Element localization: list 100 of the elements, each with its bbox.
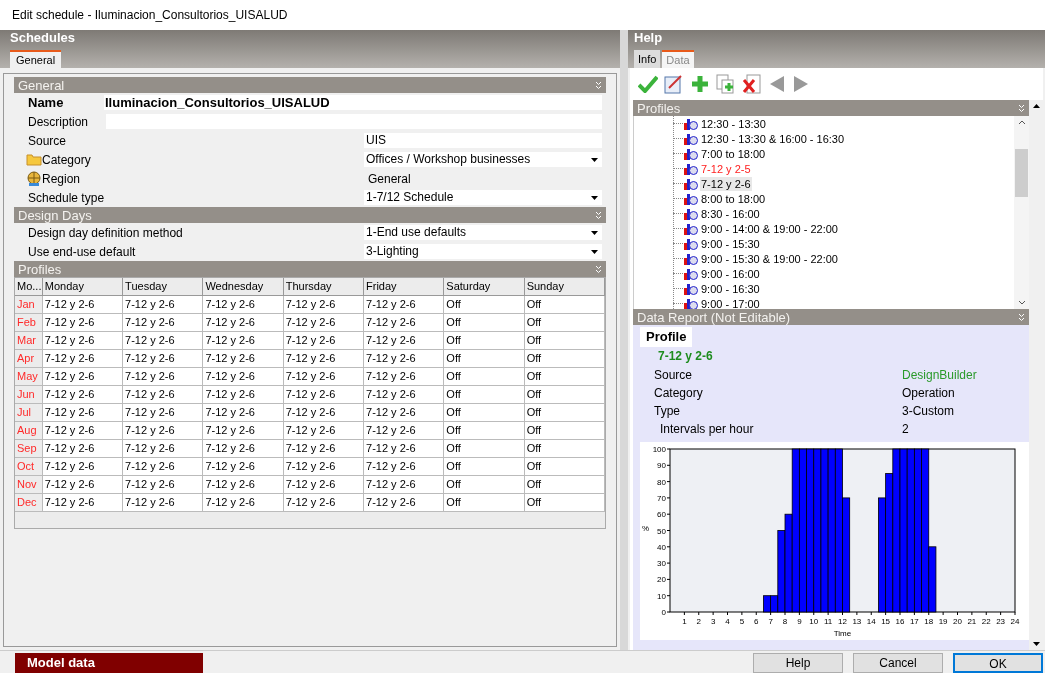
dropdown[interactable]: 1-7/12 Schedule [364, 190, 602, 205]
table-cell[interactable]: 7-12 y 2-6 [42, 458, 124, 476]
table-cell[interactable]: Off [524, 404, 605, 422]
table-cell[interactable]: 7-12 y 2-6 [123, 368, 204, 386]
delete-icon[interactable] [742, 74, 762, 94]
report-tab[interactable]: Profile [640, 327, 693, 347]
table-cell[interactable]: 7-12 y 2-6 [203, 404, 284, 422]
collapse-icon[interactable] [595, 264, 602, 274]
table-cell[interactable]: 7-12 y 2-6 [283, 314, 365, 332]
tree-item[interactable]: 9:00 - 15:30 [700, 236, 761, 251]
table-cell[interactable]: 7-12 y 2-6 [123, 458, 204, 476]
table-cell[interactable]: 7-12 y 2-6 [283, 386, 365, 404]
table-cell[interactable]: 7-12 y 2-6 [283, 332, 365, 350]
table-cell[interactable]: Off [444, 314, 525, 332]
table-cell[interactable]: 7-12 y 2-6 [42, 494, 124, 512]
table-cell[interactable]: 7-12 y 2-6 [364, 368, 445, 386]
table-cell[interactable]: 7-12 y 2-6 [283, 494, 365, 512]
collapse-icon[interactable] [1018, 312, 1025, 322]
scroll-down-icon[interactable] [1017, 300, 1026, 305]
table-cell[interactable]: 7-12 y 2-6 [364, 332, 445, 350]
dialog-button[interactable]: OK [953, 653, 1043, 673]
table-cell[interactable]: 7-12 y 2-6 [364, 314, 445, 332]
table-cell[interactable]: 7-12 y 2-6 [203, 296, 284, 314]
plus-icon[interactable] [690, 74, 710, 94]
table-cell[interactable]: 7-12 y 2-6 [283, 404, 365, 422]
table-cell[interactable]: Off [444, 404, 525, 422]
tree-item[interactable]: 9:00 - 14:00 & 19:00 - 22:00 [700, 221, 839, 236]
table-cell[interactable]: 7-12 y 2-6 [123, 332, 204, 350]
collapse-icon[interactable] [1018, 103, 1025, 113]
table-cell[interactable]: 7-12 y 2-6 [42, 422, 124, 440]
dropdown[interactable]: 1-End use defaults [364, 225, 602, 240]
table-cell[interactable]: 7-12 y 2-6 [123, 476, 204, 494]
table-cell[interactable]: 7-12 y 2-6 [283, 368, 365, 386]
dialog-button[interactable]: Cancel [853, 653, 943, 673]
table-cell[interactable]: 7-12 y 2-6 [364, 422, 445, 440]
table-cell[interactable]: 7-12 y 2-6 [42, 314, 124, 332]
table-cell[interactable]: Off [444, 440, 525, 458]
dropdown[interactable]: 3-Lighting [364, 244, 602, 259]
table-cell[interactable]: 7-12 y 2-6 [123, 296, 204, 314]
table-cell[interactable]: 7-12 y 2-6 [42, 386, 124, 404]
table-cell[interactable]: 7-12 y 2-6 [364, 404, 445, 422]
table-cell[interactable]: 7-12 y 2-6 [283, 458, 365, 476]
table-cell[interactable]: Off [524, 314, 605, 332]
tree-item[interactable]: 8:00 to 18:00 [700, 191, 767, 206]
column-header[interactable]: Mo... [15, 278, 43, 296]
table-cell[interactable]: 7-12 y 2-6 [203, 494, 284, 512]
tree-item[interactable]: 9:00 - 15:30 & 19:00 - 22:00 [700, 251, 839, 266]
table-cell[interactable]: 7-12 y 2-6 [42, 296, 124, 314]
table-cell[interactable]: 7-12 y 2-6 [203, 422, 284, 440]
table-cell[interactable]: 7-12 y 2-6 [123, 494, 204, 512]
table-cell[interactable]: Off [524, 494, 605, 512]
copy-icon[interactable] [716, 74, 736, 94]
scroll-thumb[interactable] [1015, 149, 1028, 197]
table-cell[interactable]: Off [524, 332, 605, 350]
table-cell[interactable]: 7-12 y 2-6 [203, 314, 284, 332]
tree-item[interactable]: 7-12 y 2-6 [700, 176, 752, 191]
table-cell[interactable]: Off [444, 350, 525, 368]
table-cell[interactable]: Off [444, 332, 525, 350]
table-cell[interactable]: 7-12 y 2-6 [283, 476, 365, 494]
table-cell[interactable]: 7-12 y 2-6 [203, 440, 284, 458]
table-cell[interactable]: Off [444, 386, 525, 404]
table-cell[interactable]: 7-12 y 2-6 [364, 296, 445, 314]
name-field[interactable]: Iluminacion_Consultorios_UISALUD [104, 95, 602, 110]
table-cell[interactable]: 7-12 y 2-6 [283, 350, 365, 368]
tab[interactable]: Info [634, 50, 661, 68]
table-cell[interactable]: 7-12 y 2-6 [123, 440, 204, 458]
tree-item[interactable]: 7-12 y 2-5 [700, 161, 752, 176]
table-cell[interactable]: Off [524, 440, 605, 458]
table-cell[interactable]: 7-12 y 2-6 [203, 386, 284, 404]
table-cell[interactable]: 7-12 y 2-6 [364, 476, 445, 494]
collapse-icon[interactable] [595, 80, 602, 90]
table-cell[interactable]: 7-12 y 2-6 [283, 296, 365, 314]
table-cell[interactable]: Off [524, 350, 605, 368]
scroll-down-icon[interactable] [1032, 642, 1040, 646]
table-cell[interactable]: 7-12 y 2-6 [203, 332, 284, 350]
tree-item[interactable]: 9:00 - 17:00 [700, 296, 761, 309]
edit-icon[interactable] [664, 74, 684, 94]
table-cell[interactable]: 7-12 y 2-6 [123, 350, 204, 368]
table-cell[interactable]: Off [444, 422, 525, 440]
table-cell[interactable]: Off [444, 476, 525, 494]
table-cell[interactable]: 7-12 y 2-6 [123, 314, 204, 332]
table-cell[interactable]: Off [524, 386, 605, 404]
table-cell[interactable]: 7-12 y 2-6 [364, 440, 445, 458]
table-cell[interactable]: Off [524, 458, 605, 476]
tree-item[interactable]: 7:00 to 18:00 [700, 146, 767, 161]
table-cell[interactable]: 7-12 y 2-6 [123, 404, 204, 422]
table-cell[interactable]: 7-12 y 2-6 [42, 350, 124, 368]
right-arrow-icon[interactable] [792, 75, 810, 93]
left-arrow-icon[interactable] [768, 75, 786, 93]
table-cell[interactable]: 7-12 y 2-6 [42, 404, 124, 422]
tab[interactable]: General [10, 50, 62, 68]
tree-item[interactable]: 8:30 - 16:00 [700, 206, 761, 221]
table-cell[interactable]: 7-12 y 2-6 [42, 332, 124, 350]
table-cell[interactable]: 7-12 y 2-6 [364, 494, 445, 512]
table-cell[interactable]: 7-12 y 2-6 [123, 386, 204, 404]
source-field[interactable]: UIS [364, 133, 602, 148]
table-cell[interactable]: 7-12 y 2-6 [283, 422, 365, 440]
checkmark-icon[interactable] [638, 75, 658, 93]
table-cell[interactable]: 7-12 y 2-6 [364, 458, 445, 476]
scroll-up-icon[interactable] [1017, 120, 1026, 125]
